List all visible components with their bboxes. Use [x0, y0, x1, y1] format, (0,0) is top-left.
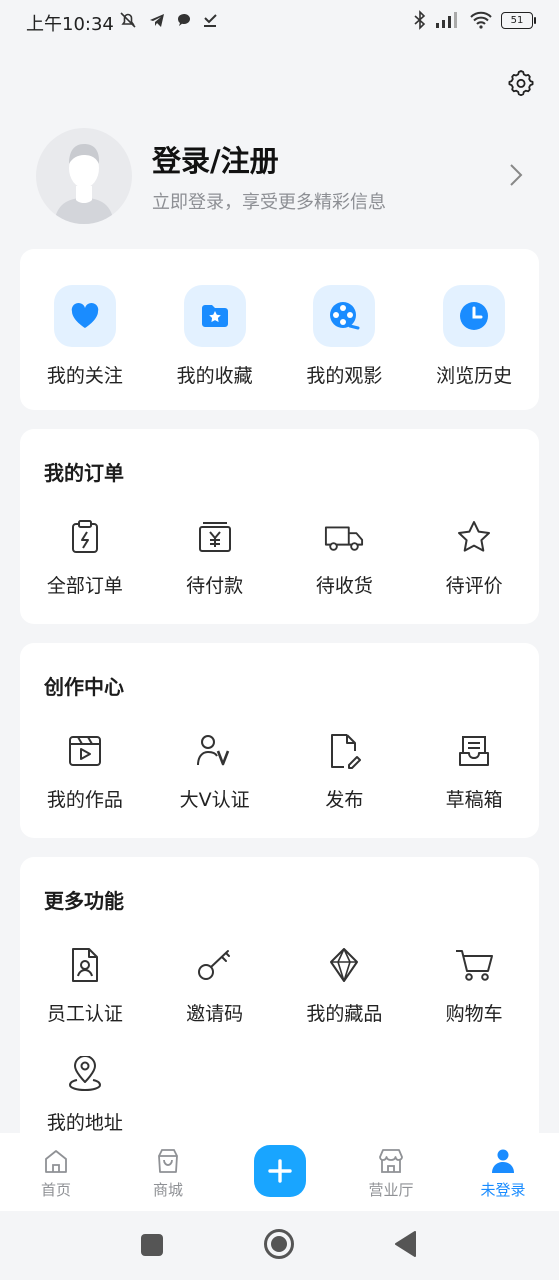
my-works-button[interactable]: 我的作品: [20, 731, 150, 812]
my-collection-button[interactable]: 我的藏品: [280, 945, 410, 1026]
wifi-icon: [470, 11, 492, 29]
badge-icon: [65, 945, 105, 985]
telegram-icon: [150, 14, 164, 27]
staff-verification-button[interactable]: 员工认证: [20, 945, 150, 1026]
history-button[interactable]: 浏览历史: [409, 285, 539, 388]
cart-button[interactable]: 购物车: [409, 945, 539, 1026]
creator-card: 创作中心 我的作品 大V认证 发布 草稿箱: [20, 643, 539, 838]
more-title: 更多功能: [44, 889, 124, 913]
verification-button[interactable]: 大V认证: [150, 731, 280, 812]
back-icon[interactable]: [394, 1231, 416, 1257]
chevron-right-icon[interactable]: [508, 162, 524, 188]
key-icon: [195, 945, 235, 985]
status-time: 上午10:34: [26, 14, 114, 35]
drafts-button[interactable]: 草稿箱: [409, 731, 539, 812]
document-edit-icon: [324, 731, 364, 771]
invite-code-label: 邀请码: [186, 1003, 244, 1025]
cart-label: 购物车: [445, 1003, 503, 1025]
my-address-button[interactable]: 我的地址: [20, 1054, 150, 1135]
signal-icon: [436, 12, 457, 28]
bottom-tab-bar: 首页 商城 营业厅 未登录: [0, 1133, 559, 1211]
recents-icon[interactable]: [140, 1233, 164, 1257]
diamond-icon: [324, 945, 364, 985]
invite-code-button[interactable]: 邀请码: [150, 945, 280, 1026]
tab-mall-label: 商城: [152, 1181, 183, 1199]
person-icon: [492, 1149, 514, 1173]
publish-label: 发布: [325, 789, 364, 811]
pending-payment-label: 待付款: [186, 575, 244, 597]
cart-icon: [454, 945, 494, 985]
video-icon: [65, 731, 105, 771]
my-works-label: 我的作品: [46, 789, 123, 811]
notification-icons: [118, 10, 218, 30]
film-reel-icon: [313, 285, 376, 347]
home-nav-icon[interactable]: [263, 1228, 295, 1260]
bluetooth-icon: [414, 10, 426, 30]
my-collection-label: 我的藏品: [306, 1003, 383, 1025]
pending-review-label: 待评价: [445, 575, 503, 597]
orders-title: 我的订单: [44, 461, 124, 485]
more-features-card: 更多功能 员工认证 邀请码 我的藏品 购物车 我的地址: [20, 857, 539, 1157]
pending-delivery-label: 待收货: [315, 575, 373, 597]
download-done-icon: [204, 14, 217, 27]
home-icon: [45, 1150, 67, 1173]
mute-icon: [120, 12, 136, 28]
my-movies-label: 我的观影: [306, 365, 383, 387]
tab-mall[interactable]: 商城: [128, 1133, 208, 1200]
tab-service-hall[interactable]: 营业厅: [351, 1133, 431, 1200]
all-orders-label: 全部订单: [46, 575, 123, 597]
user-v-icon: [195, 731, 235, 771]
quick-actions-card: 我的关注 我的收藏 我的观影 浏览历史: [20, 249, 539, 410]
login-title[interactable]: 登录/注册: [152, 138, 279, 180]
location-pin-icon: [65, 1054, 105, 1094]
pending-delivery-button[interactable]: 待收货: [280, 517, 410, 598]
my-follows-button[interactable]: 我的关注: [20, 285, 150, 388]
yuan-wallet-icon: [195, 517, 235, 557]
gear-icon[interactable]: [507, 68, 535, 96]
publish-button[interactable]: 发布: [280, 731, 410, 812]
my-movies-button[interactable]: 我的观影: [280, 285, 410, 388]
clipboard-icon: [65, 517, 105, 557]
my-favorites-button[interactable]: 我的收藏: [150, 285, 280, 388]
avatar[interactable]: [36, 128, 132, 224]
tab-profile-label: 未登录: [480, 1181, 526, 1199]
staff-verification-label: 员工认证: [46, 1003, 123, 1025]
heart-icon: [53, 285, 116, 347]
default-avatar-icon: [54, 144, 114, 224]
drafts-label: 草稿箱: [445, 789, 503, 811]
inbox-icon: [454, 731, 494, 771]
system-status-icons: 51: [413, 10, 536, 30]
login-entry[interactable]: 登录/注册 立即登录，享受更多精彩信息: [36, 128, 526, 224]
add-button[interactable]: [254, 1145, 306, 1197]
pending-review-button[interactable]: 待评价: [409, 517, 539, 598]
tab-service-hall-label: 营业厅: [368, 1181, 414, 1199]
tab-home-label: 首页: [40, 1181, 71, 1199]
status-bar: 上午10:34 51: [0, 0, 559, 44]
chat-icon: [177, 13, 190, 26]
pending-payment-button[interactable]: 待付款: [150, 517, 280, 598]
my-address-label: 我的地址: [46, 1112, 123, 1134]
orders-card: 我的订单 全部订单 待付款 待收货 待评价: [20, 429, 539, 624]
star-outline-icon: [454, 517, 494, 557]
verification-label: 大V认证: [179, 789, 250, 811]
all-orders-button[interactable]: 全部订单: [20, 517, 150, 598]
tab-home[interactable]: 首页: [16, 1133, 96, 1200]
battery-icon: 51: [501, 11, 536, 29]
history-label: 浏览历史: [436, 365, 513, 387]
tab-profile[interactable]: 未登录: [463, 1133, 543, 1200]
my-follows-label: 我的关注: [46, 365, 123, 387]
creator-title: 创作中心: [44, 675, 124, 699]
login-subtitle: 立即登录，享受更多精彩信息: [152, 192, 386, 213]
clock-icon: [443, 285, 506, 347]
plus-icon: [268, 1159, 292, 1183]
shopping-bag-icon: [158, 1149, 178, 1173]
my-favorites-label: 我的收藏: [176, 365, 253, 387]
truck-icon: [324, 517, 364, 557]
system-navigation-bar: [0, 1211, 559, 1280]
star-folder-icon: [183, 285, 246, 347]
store-icon: [379, 1149, 403, 1173]
